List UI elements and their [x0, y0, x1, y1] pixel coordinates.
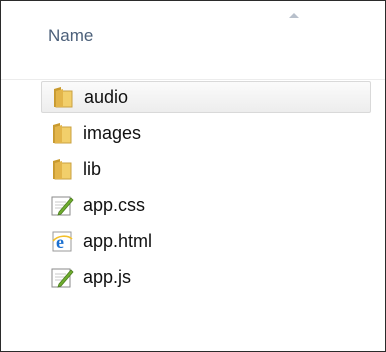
file-name: app.css: [83, 194, 146, 215]
list-item-audio[interactable]: audio: [41, 81, 371, 113]
list-item-app-js[interactable]: app.js: [41, 261, 371, 293]
svg-text:e: e: [56, 232, 64, 252]
file-name: audio: [84, 86, 129, 107]
list-item-lib[interactable]: lib: [41, 153, 371, 185]
column-header: Name: [1, 1, 385, 80]
list-item-app-html[interactable]: e app.html: [41, 225, 371, 257]
file-explorer-pane: Name audio images lib app.css e app.html…: [0, 0, 386, 352]
css-file-icon: [49, 192, 75, 218]
html-file-icon: e: [49, 228, 75, 254]
folder-icon: [49, 120, 75, 146]
file-name: app.js: [83, 266, 132, 287]
js-file-icon: [49, 264, 75, 290]
sort-ascending-icon[interactable]: [289, 13, 299, 18]
file-name: app.html: [83, 230, 153, 251]
folder-icon: [49, 156, 75, 182]
list-item-images[interactable]: images: [41, 117, 371, 149]
file-name: images: [83, 122, 142, 143]
file-name: lib: [83, 158, 102, 179]
name-column-header[interactable]: Name: [48, 26, 93, 46]
list-item-app-css[interactable]: app.css: [41, 189, 371, 221]
folder-icon: [50, 84, 76, 110]
file-list: audio images lib app.css e app.html app.…: [41, 81, 371, 297]
